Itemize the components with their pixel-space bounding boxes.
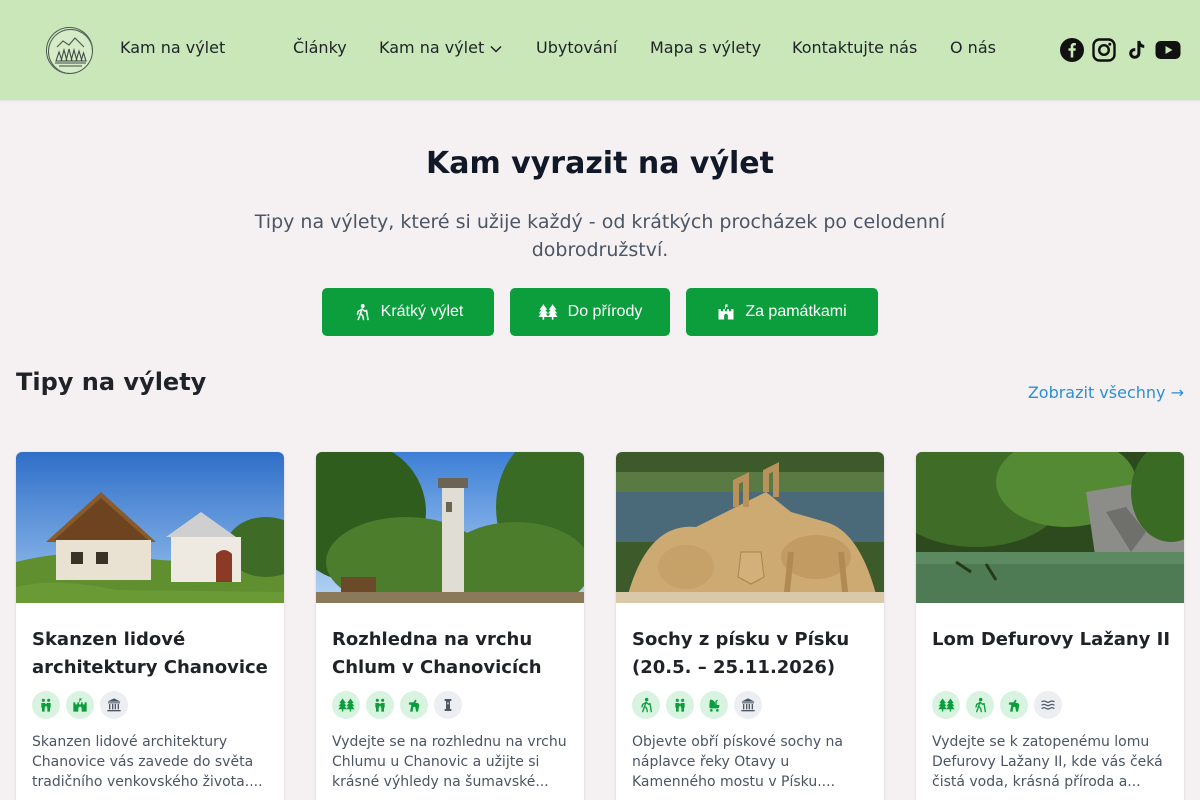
card-description: Skanzen lidové architektury Chanovice vá… [32,734,263,790]
hiker-icon [356,304,369,321]
card-title[interactable]: Lom Defurovy Lažany II [932,626,1177,654]
nature-label: Do přírody [567,303,643,320]
hiker-icon [632,691,660,719]
card-title[interactable]: Skanzen lidové architektury Chanovice [32,626,277,682]
card-image [16,452,284,603]
castle-icon [66,691,94,719]
card-image [916,452,1184,603]
card-image [616,452,884,603]
trees-icon [538,304,558,320]
dog-friendly-icon [400,691,428,719]
short-trip-label: Krátký výlet [380,303,464,320]
nav-item-clanky[interactable]: Články [293,38,347,57]
card-description: Vydejte se na rozhlednu na vrchu Chlumu … [332,734,567,790]
page-title: Kam vyrazit na výlet [425,146,774,181]
monuments-label: Za památkami [745,303,847,320]
card-image [316,452,584,603]
view-all-link[interactable]: Zobrazit všechny → [1028,383,1184,402]
card-tags [632,691,762,719]
trip-card-rozhledna[interactable]: Rozhledna na vrchu Chlum v Chanovicích V… [316,452,584,800]
dog-friendly-icon [1000,691,1028,719]
nav-item-mapa[interactable]: Mapa s výlety [650,38,761,57]
tiktok-icon[interactable] [1123,37,1149,63]
nav-item-label: Kam na výlet [379,38,485,57]
trip-card-skanzen[interactable]: Skanzen lidové architektury Chanovice Sk… [16,452,284,800]
facebook-icon[interactable] [1059,37,1085,63]
nav-item-kontakt[interactable]: Kontaktujte nás [792,38,917,57]
trip-card-sochy-z-pisku[interactable]: Sochy z písku v Písku (20.5. – 25.11.202… [616,452,884,800]
hiker-icon [966,691,994,719]
logo[interactable] [46,27,93,74]
family-icon [666,691,694,719]
short-trip-button[interactable]: Krátký výlet [322,288,494,336]
card-tags [932,691,1062,719]
instagram-icon[interactable] [1091,37,1117,63]
site-header: Kam na výlet Články Kam na výlet Ubytová… [0,0,1200,100]
water-icon [1034,691,1062,719]
tower-icon [434,691,462,719]
card-tags [32,691,128,719]
card-description: Vydejte se k zatopenému lomu Defurovy La… [932,734,1163,790]
museum-icon [734,691,762,719]
trip-card-lom-defurovy-lazany[interactable]: Lom Defurovy Lažany II Vydejte se k zato… [916,452,1184,800]
card-title[interactable]: Rozhledna na vrchu Chlum v Chanovicích [332,626,577,682]
card-title[interactable]: Sochy z písku v Písku (20.5. – 25.11.202… [632,626,877,682]
family-icon [32,691,60,719]
forest-logo-icon [48,29,92,73]
trees-icon [332,691,360,719]
nav-item-ubytovani[interactable]: Ubytování [536,38,617,57]
card-description: Objevte obří pískové sochy na náplavce ř… [632,734,844,790]
stroller-icon [700,691,728,719]
trees-icon [932,691,960,719]
museum-icon [100,691,128,719]
nav-item-kam-na-vylet[interactable]: Kam na výlet [379,38,502,57]
family-icon [366,691,394,719]
youtube-icon[interactable] [1155,37,1181,63]
nature-button[interactable]: Do přírody [510,288,670,336]
nav-item-o-nas[interactable]: O nás [950,38,996,57]
page-subtitle: Tipy na výlety, které si užije každý - o… [254,211,946,261]
castle-icon [718,304,734,320]
card-tags [332,691,462,719]
chevron-down-icon [490,45,502,53]
section-title: Tipy na výlety [16,368,207,396]
brand-link[interactable]: Kam na výlet [120,38,225,57]
monuments-button[interactable]: Za památkami [686,288,878,336]
